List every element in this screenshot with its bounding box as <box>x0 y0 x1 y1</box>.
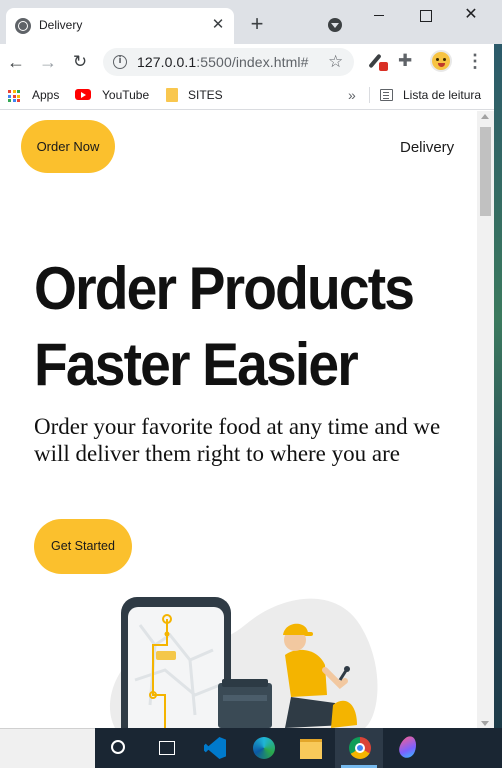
tab-title: Delivery <box>39 18 83 32</box>
taskbar-start-area <box>0 728 95 768</box>
reload-button[interactable]: ↻ <box>68 50 92 74</box>
order-now-button[interactable]: Order Now <box>21 120 115 173</box>
url-text[interactable]: 127.0.0.1:5500/index.html# <box>137 54 309 70</box>
scroll-thumb[interactable] <box>480 127 491 216</box>
hero-title-line-1: Order Products <box>34 255 415 322</box>
search-icon[interactable] <box>95 728 143 768</box>
site-info-icon[interactable]: i <box>113 55 127 69</box>
page-viewport: Order Now Delivery Order Products Faster… <box>0 111 477 728</box>
edge-browser-icon[interactable] <box>239 728 287 768</box>
bookmarks-bar: Apps YouTube SITES » Lista de leitura <box>0 80 502 110</box>
reading-list-label: Lista de leitura <box>403 88 482 102</box>
file-explorer-icon[interactable] <box>287 728 335 768</box>
get-started-button[interactable]: Get Started <box>34 519 132 574</box>
hero-title: Order Products Faster Easier <box>34 251 430 403</box>
hero-subtitle: Order your favorite food at any time and… <box>34 414 441 466</box>
bookmark-star-icon[interactable]: ☆ <box>328 51 343 73</box>
phone-illustration <box>121 597 231 728</box>
minimize-button[interactable] <box>366 4 392 26</box>
extensions-puzzle-icon[interactable]: ✚ <box>398 50 412 72</box>
close-window-button[interactable]: ✕ <box>458 4 484 26</box>
tab-strip: Delivery ✕ + ✕ <box>0 0 502 44</box>
profile-avatar[interactable] <box>430 50 452 72</box>
bookmark-youtube-label: YouTube <box>102 88 150 102</box>
new-tab-button[interactable]: + <box>246 13 268 35</box>
forward-button[interactable]: → <box>36 50 60 74</box>
folder-icon <box>166 88 178 102</box>
vscode-icon[interactable] <box>191 728 239 768</box>
nav-link-delivery[interactable]: Delivery <box>400 139 454 156</box>
url-path: :5500/index.html# <box>196 54 309 70</box>
tab-delivery[interactable]: Delivery ✕ <box>6 8 234 44</box>
scroll-up-arrow-icon[interactable] <box>481 114 489 119</box>
address-bar[interactable]: i 127.0.0.1:5500/index.html# ☆ <box>103 48 354 76</box>
browser-menu-icon[interactable]: ⋮ <box>466 50 484 72</box>
youtube-icon <box>75 89 91 100</box>
scroll-down-arrow-icon[interactable] <box>481 721 489 726</box>
page-scrollbar[interactable] <box>477 111 494 728</box>
delivery-illustration <box>109 597 378 728</box>
bookmark-sites-label: SITES <box>188 88 223 102</box>
browser-toolbar: ← → ↻ i 127.0.0.1:5500/index.html# ☆ ✚ ⋮ <box>0 44 502 80</box>
maximize-button[interactable] <box>412 4 438 26</box>
paint-app-icon[interactable] <box>383 728 431 768</box>
reading-list-icon <box>380 89 393 101</box>
bookmark-apps-label: Apps <box>32 88 60 102</box>
more-bookmarks-button[interactable]: » <box>348 85 356 105</box>
hero-title-line-2: Faster Easier <box>34 331 359 398</box>
task-view-icon[interactable] <box>143 728 191 768</box>
delivery-box <box>218 683 272 728</box>
eyedropper-extension-icon[interactable] <box>368 50 390 72</box>
chrome-icon[interactable] <box>335 728 383 768</box>
back-button[interactable]: ← <box>4 50 28 74</box>
bookmarks-divider <box>369 87 370 103</box>
tab-search-icon[interactable] <box>328 18 342 32</box>
globe-icon <box>15 18 31 34</box>
close-tab-icon[interactable]: ✕ <box>209 16 227 34</box>
url-host: 127.0.0.1 <box>137 54 197 70</box>
desktop-background-edge <box>494 44 502 728</box>
apps-grid-icon <box>8 90 20 102</box>
windows-taskbar <box>95 728 502 768</box>
